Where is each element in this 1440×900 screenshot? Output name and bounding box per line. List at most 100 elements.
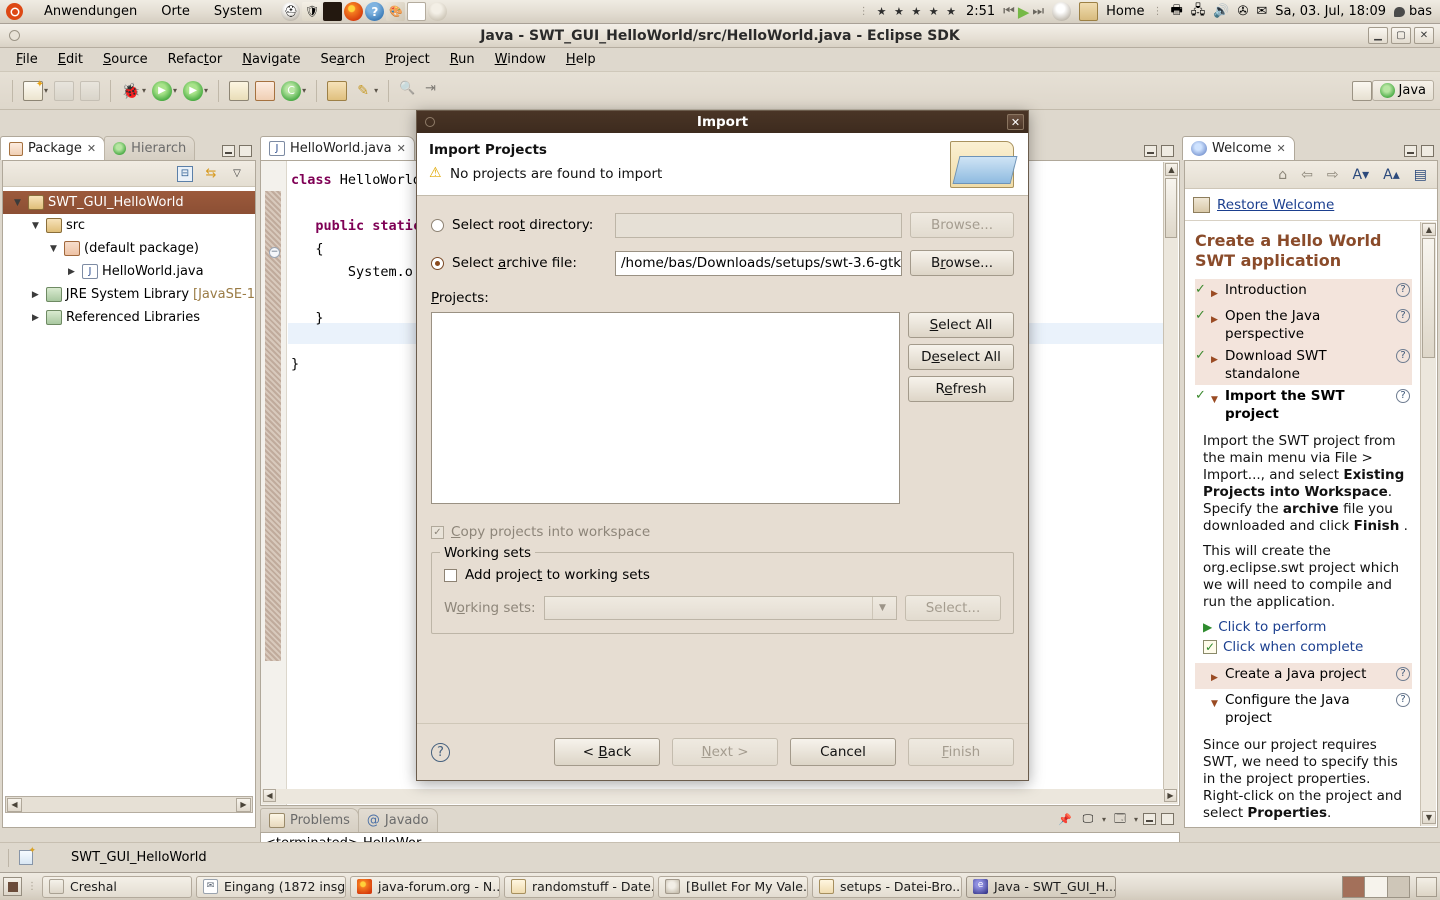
menu-window[interactable]: Window: [485, 49, 556, 70]
welcome-action-perform[interactable]: ▶ Click to perform: [1203, 619, 1412, 635]
mail-icon[interactable]: ✉: [1256, 4, 1267, 19]
home-icon[interactable]: ⌂: [1278, 167, 1287, 183]
annotate-button[interactable]: ✎ ▾: [351, 79, 380, 103]
root-directory-input[interactable]: [615, 212, 902, 238]
action-label[interactable]: Click when complete: [1223, 639, 1363, 655]
chevron-down-icon[interactable]: ▼: [872, 597, 892, 619]
open-perspective-icon[interactable]: [1351, 80, 1372, 101]
menu-file[interactable]: FFileile: [6, 49, 48, 70]
working-sets-combo[interactable]: ▼: [544, 596, 897, 620]
back-icon[interactable]: ⇦: [1301, 167, 1313, 183]
restore-welcome-link[interactable]: Restore Welcome: [1217, 197, 1334, 213]
tree-item-referenced-libraries[interactable]: ▶ Referenced Libraries: [3, 306, 255, 329]
perspective-java-button[interactable]: Java: [1371, 80, 1434, 101]
minimize-editor-icon[interactable]: [1144, 145, 1157, 157]
tree-item-project[interactable]: ▼ SWT_GUI_HelloWorld: [3, 191, 255, 214]
bluetooth-icon[interactable]: ✇: [1237, 4, 1248, 19]
scroll-right-icon[interactable]: ▶: [1164, 789, 1177, 802]
help-icon[interactable]: ?: [431, 742, 450, 762]
network-icon[interactable]: 🖧: [1191, 1, 1206, 23]
cancel-button[interactable]: Cancel: [790, 738, 896, 766]
printer-icon[interactable]: 🖶: [1171, 1, 1183, 23]
menu-search[interactable]: Search: [311, 49, 376, 70]
minimize-view-icon[interactable]: [222, 145, 235, 157]
close-icon[interactable]: ✕: [87, 142, 96, 155]
finish-button[interactable]: Finish: [908, 738, 1014, 766]
archive-file-browse-button[interactable]: Browse...: [910, 250, 1014, 276]
root-directory-browse-button[interactable]: Browse...: [910, 212, 1014, 238]
twisty-closed-icon[interactable]: ▶: [29, 290, 42, 300]
help-icon[interactable]: ?: [1396, 283, 1410, 297]
collapse-all-icon[interactable]: ⊟: [177, 165, 193, 182]
workspace-2[interactable]: [1365, 876, 1387, 897]
minimize-console-icon[interactable]: [1143, 813, 1156, 825]
print-button[interactable]: [78, 79, 102, 103]
document-icon[interactable]: [407, 2, 427, 21]
chevron-down-icon[interactable]: ▾: [204, 86, 208, 95]
portrait-icon[interactable]: [323, 2, 343, 21]
welcome-step-configure-the-java-project[interactable]: ▼ Configure the Java project ?: [1195, 689, 1412, 729]
twisty-open-icon[interactable]: ▼: [29, 221, 42, 231]
welcome-action-complete[interactable]: ✓ Click when complete: [1203, 639, 1412, 655]
scrollbar-thumb[interactable]: [1422, 238, 1435, 358]
increase-font-icon[interactable]: A▴: [1383, 167, 1400, 183]
twisty-open-icon[interactable]: ▼: [11, 198, 24, 208]
new-file-button[interactable]: ▾: [21, 79, 50, 103]
help-icon[interactable]: ?: [365, 2, 385, 21]
archive-file-input[interactable]: /home/bas/Downloads/setups/swt-3.6-gtk-l…: [615, 250, 902, 276]
taskbar-item-eingang[interactable]: ✉ Eingang (1872 insg...: [196, 875, 346, 898]
chevron-down-icon[interactable]: ▾: [173, 86, 177, 95]
next-icon[interactable]: ⏭: [1032, 4, 1044, 19]
taskbar-item-eclipse[interactable]: e Java - SWT_GUI_H...: [966, 875, 1116, 898]
refresh-button[interactable]: Refresh: [908, 376, 1014, 402]
rating-stars[interactable]: ★ ★ ★ ★ ★: [877, 5, 958, 18]
tree-item-src[interactable]: ▼ src: [3, 214, 255, 237]
chevron-down-icon[interactable]: ▾: [302, 86, 306, 95]
chevron-down-icon[interactable]: ▾: [1134, 815, 1138, 824]
media-controls[interactable]: ⏮ ▶ ⏭: [1003, 3, 1044, 21]
trash-icon[interactable]: [1416, 876, 1437, 897]
working-sets-select-button[interactable]: Select...: [905, 595, 1001, 621]
help-icon[interactable]: ?: [1396, 667, 1410, 681]
taskbar-item-creshal[interactable]: Creshal: [42, 875, 192, 898]
welcome-step-import-the-swt-project[interactable]: ✓ ▼ Import the SWT project ?: [1195, 385, 1412, 425]
restore-welcome-row[interactable]: Restore Welcome: [1185, 189, 1437, 221]
twisty-open-icon[interactable]: ▼: [47, 244, 60, 254]
save-button[interactable]: [52, 79, 76, 103]
tab-helloworld-java[interactable]: J HelloWorld.java ✕: [260, 136, 415, 160]
add-working-sets-checkbox[interactable]: [444, 568, 457, 582]
run-external-button[interactable]: ▶ ▾: [181, 79, 210, 103]
menu-edit[interactable]: Edit: [48, 49, 93, 70]
menu-icon[interactable]: ▤: [1414, 167, 1427, 183]
volume-app-icon[interactable]: [1052, 2, 1072, 21]
back-button[interactable]: < Back: [554, 738, 660, 766]
search-button[interactable]: 🔍: [397, 79, 421, 103]
deselect-all-button[interactable]: Deselect All: [908, 344, 1014, 370]
editor-hscrollbar[interactable]: ◀ ▶: [262, 789, 1178, 804]
tab-javadoc[interactable]: @ Javado: [357, 808, 438, 832]
maximize-editor-icon[interactable]: [1161, 145, 1174, 157]
next-button[interactable]: Next >: [672, 738, 778, 766]
projects-list[interactable]: [431, 312, 900, 504]
chevron-down-icon[interactable]: ▼: [1211, 387, 1221, 409]
scrollbar-thumb[interactable]: [1165, 178, 1177, 238]
maximize-view-icon[interactable]: [239, 145, 252, 157]
chevron-down-icon[interactable]: ▾: [374, 86, 378, 95]
editor-vscrollbar[interactable]: ▲: [1163, 162, 1178, 789]
open-console-icon[interactable]: 🗔: [1111, 810, 1129, 828]
tab-welcome[interactable]: Welcome ✕: [1182, 136, 1295, 160]
welcome-step-introduction[interactable]: ✓ ▶ Introduction ?: [1195, 279, 1412, 305]
skip-button[interactable]: ⇥: [423, 79, 447, 103]
taskbar-item-bullet-for-my-valentine[interactable]: [Bullet For My Vale...: [658, 875, 808, 898]
view-menu-icon[interactable]: ▽: [229, 166, 245, 182]
link-with-editor-icon[interactable]: ⇆: [203, 166, 219, 182]
workspace-switcher[interactable]: [1342, 875, 1410, 898]
add-working-sets-row[interactable]: Add project to working sets: [444, 567, 1001, 583]
taskbar-item-randomstuff[interactable]: randomstuff - Date...: [504, 875, 654, 898]
forward-icon[interactable]: ⇨: [1327, 167, 1339, 183]
maximize-console-icon[interactable]: [1161, 813, 1174, 825]
places-label[interactable]: Home: [1106, 4, 1144, 19]
close-icon[interactable]: ✕: [1276, 142, 1285, 155]
places-icon[interactable]: [1079, 2, 1099, 21]
taskbar-item-java-forum[interactable]: java-forum.org - N...: [350, 875, 500, 898]
